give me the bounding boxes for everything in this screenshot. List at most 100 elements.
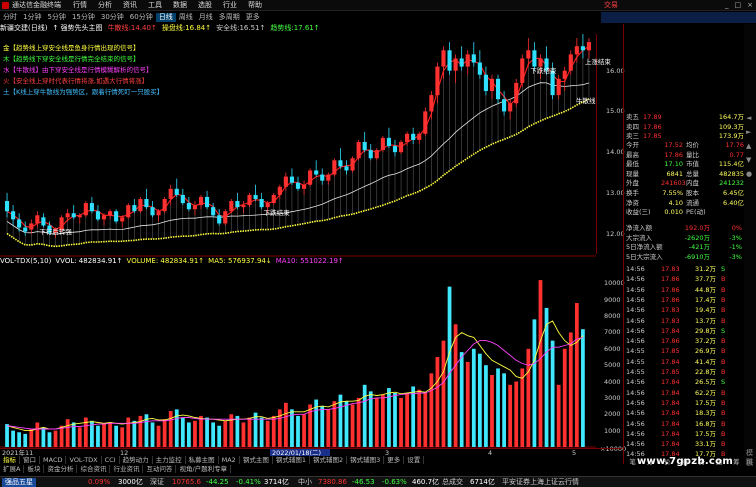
candle-body	[411, 133, 416, 140]
extension-tab[interactable]: 板块	[24, 465, 45, 473]
volume-tick-label: 5000	[604, 361, 621, 370]
menu-item[interactable]: 选股	[198, 1, 212, 10]
candle-body	[4, 201, 10, 212]
volume-bar	[459, 352, 464, 447]
side-arrow-icon[interactable]: ●	[746, 170, 752, 178]
candle-body	[29, 223, 34, 230]
candle-body	[332, 160, 337, 175]
candle-body	[144, 199, 149, 208]
candle-body	[562, 70, 567, 79]
indicator-tab[interactable]: 窗口	[20, 456, 40, 464]
stat-value: 0.010	[664, 208, 683, 217]
side-arrow-icon[interactable]: ▼	[746, 156, 751, 164]
tick-row: 14:55 17.84 41.4万 B	[626, 358, 744, 367]
side-tab[interactable]: 跳	[746, 457, 753, 467]
indicator-tab[interactable]: 指标	[0, 456, 20, 464]
candle-body	[459, 58, 464, 67]
side-arrow-icon[interactable]: ◄	[746, 114, 751, 122]
stat-label: 最低	[626, 160, 639, 169]
indicator-tab[interactable]: 更多	[384, 456, 405, 464]
extension-tab[interactable]: 综合资讯	[77, 465, 111, 473]
level-label: 卖三	[626, 132, 639, 140]
flow-label: 5日净流入额	[626, 243, 663, 251]
volume-bar	[77, 427, 82, 447]
menu-item[interactable]: 工具	[148, 1, 162, 10]
indicator-tab[interactable]: 钢式辅图1	[273, 456, 310, 464]
volume-bar	[556, 384, 561, 447]
trade-button[interactable]: 交易	[604, 1, 618, 10]
menu-item[interactable]: 帮助	[248, 1, 262, 10]
tick-row: 14:56 17.86 37.2万 B	[626, 337, 744, 346]
indicator-tab[interactable]: 钢式主图	[240, 456, 273, 464]
indicator-tab[interactable]: 钢式辅图3	[347, 456, 385, 464]
indicator-tab[interactable]: 主力监控	[153, 456, 186, 464]
period-tab[interactable]: 30分钟	[98, 13, 127, 22]
tick-side: B	[721, 337, 726, 346]
line-end-label: 牛散线	[576, 96, 596, 105]
period-tab[interactable]: 周线	[176, 13, 196, 22]
period-tab[interactable]: 更多	[243, 13, 263, 22]
side-arrow-icon[interactable]: ►	[746, 128, 751, 136]
tick-volume: 29.8万	[695, 326, 716, 335]
maximize-button[interactable]: □	[735, 1, 742, 10]
side-arrow-icon[interactable]: ▲	[746, 142, 751, 150]
close-button[interactable]: ×	[747, 1, 753, 10]
indicator-tab[interactable]: 钢式辅图2	[310, 456, 348, 464]
indicator-tab[interactable]: 私募主图	[186, 456, 219, 464]
title-bar: 通达信金融终端 行情 分析 资讯 工具 数据 选股 行业 帮助 交易 _ □ ×	[0, 0, 756, 11]
period-tab[interactable]: 月线	[196, 13, 216, 22]
extension-tab[interactable]: 视角/户题利专章	[176, 465, 232, 473]
stat-value: 4.10	[668, 198, 683, 207]
volume-tick-label: 6000	[604, 344, 621, 353]
period-tab[interactable]: 1分钟	[20, 13, 44, 22]
quote-footer-tab[interactable]: 笔	[629, 456, 636, 466]
minimize-button[interactable]: _	[725, 1, 729, 10]
menu-item[interactable]: 行情	[73, 1, 87, 10]
stat-label: 内盘	[686, 179, 699, 188]
tick-time: 14:56	[626, 337, 645, 346]
period-tab[interactable]: 15分钟	[69, 13, 98, 22]
tick-row: 14:56 17.86 37.7万 B	[626, 275, 744, 284]
volume-bar	[411, 386, 416, 447]
volume-bar	[514, 381, 519, 447]
indicator-tab[interactable]: 趋势动力	[120, 456, 153, 464]
menu-item[interactable]: 分析	[98, 1, 112, 10]
extension-tab[interactable]: 行业资讯	[110, 465, 144, 473]
volume-bar	[441, 340, 446, 447]
indicator-tab[interactable]: 设置	[404, 456, 425, 464]
indicator-tab[interactable]: MA2	[219, 456, 240, 464]
status-item[interactable]: 强品五星	[2, 478, 36, 487]
volume-indicator-value: VOLUME: 482834.91↑	[126, 257, 205, 265]
menu-item[interactable]: 数据	[173, 1, 187, 10]
menu-item[interactable]: 行业	[223, 1, 237, 10]
period-toolbar: 分时 1分钟 5分钟 15分钟 30分钟 60分钟 日线 周线 月线 多周期 更多	[0, 12, 756, 23]
volume-bar	[156, 425, 161, 447]
tick-time: 14:55	[626, 347, 645, 356]
stat-label: 均价	[686, 141, 699, 149]
volume-bar	[399, 397, 403, 447]
indicator-tab[interactable]: VOL-TDX	[66, 456, 102, 464]
period-tab[interactable]: 分时	[0, 13, 20, 22]
extension-tab[interactable]: 资金分析	[44, 465, 78, 473]
tick-volume: 22.8万	[695, 368, 716, 376]
status-item: 平安证券上海上证云行情	[502, 478, 579, 486]
indicator-tab[interactable]: MACD	[40, 456, 67, 464]
period-tab[interactable]: 多周期	[216, 13, 243, 22]
period-tab[interactable]: 日线	[155, 13, 176, 22]
extension-tab[interactable]: 扩展A	[0, 465, 25, 473]
candle-body	[350, 158, 355, 171]
tick-time: 14:56	[626, 265, 645, 273]
period-tab[interactable]: 60分钟	[127, 13, 156, 22]
stat-value: 482835	[719, 169, 744, 178]
volume-bar	[11, 430, 15, 447]
candle-body	[162, 199, 167, 212]
period-tab[interactable]: 5分钟	[44, 13, 68, 22]
menu-item[interactable]: 资讯	[123, 1, 137, 10]
indicator-tab[interactable]: CCI	[102, 456, 120, 464]
tick-volume: 31.2万	[695, 265, 716, 273]
tick-time: 14:56	[626, 275, 645, 284]
extension-tab[interactable]: 互动问答	[143, 465, 177, 473]
quote-footer-tab[interactable]: 筹	[733, 456, 740, 466]
status-bar: 强品五星 0.09% 3000亿 深证 10765.6 -44.25 -0.41% 3714亿…	[0, 476, 756, 487]
price-volume-chart[interactable]	[0, 34, 596, 448]
